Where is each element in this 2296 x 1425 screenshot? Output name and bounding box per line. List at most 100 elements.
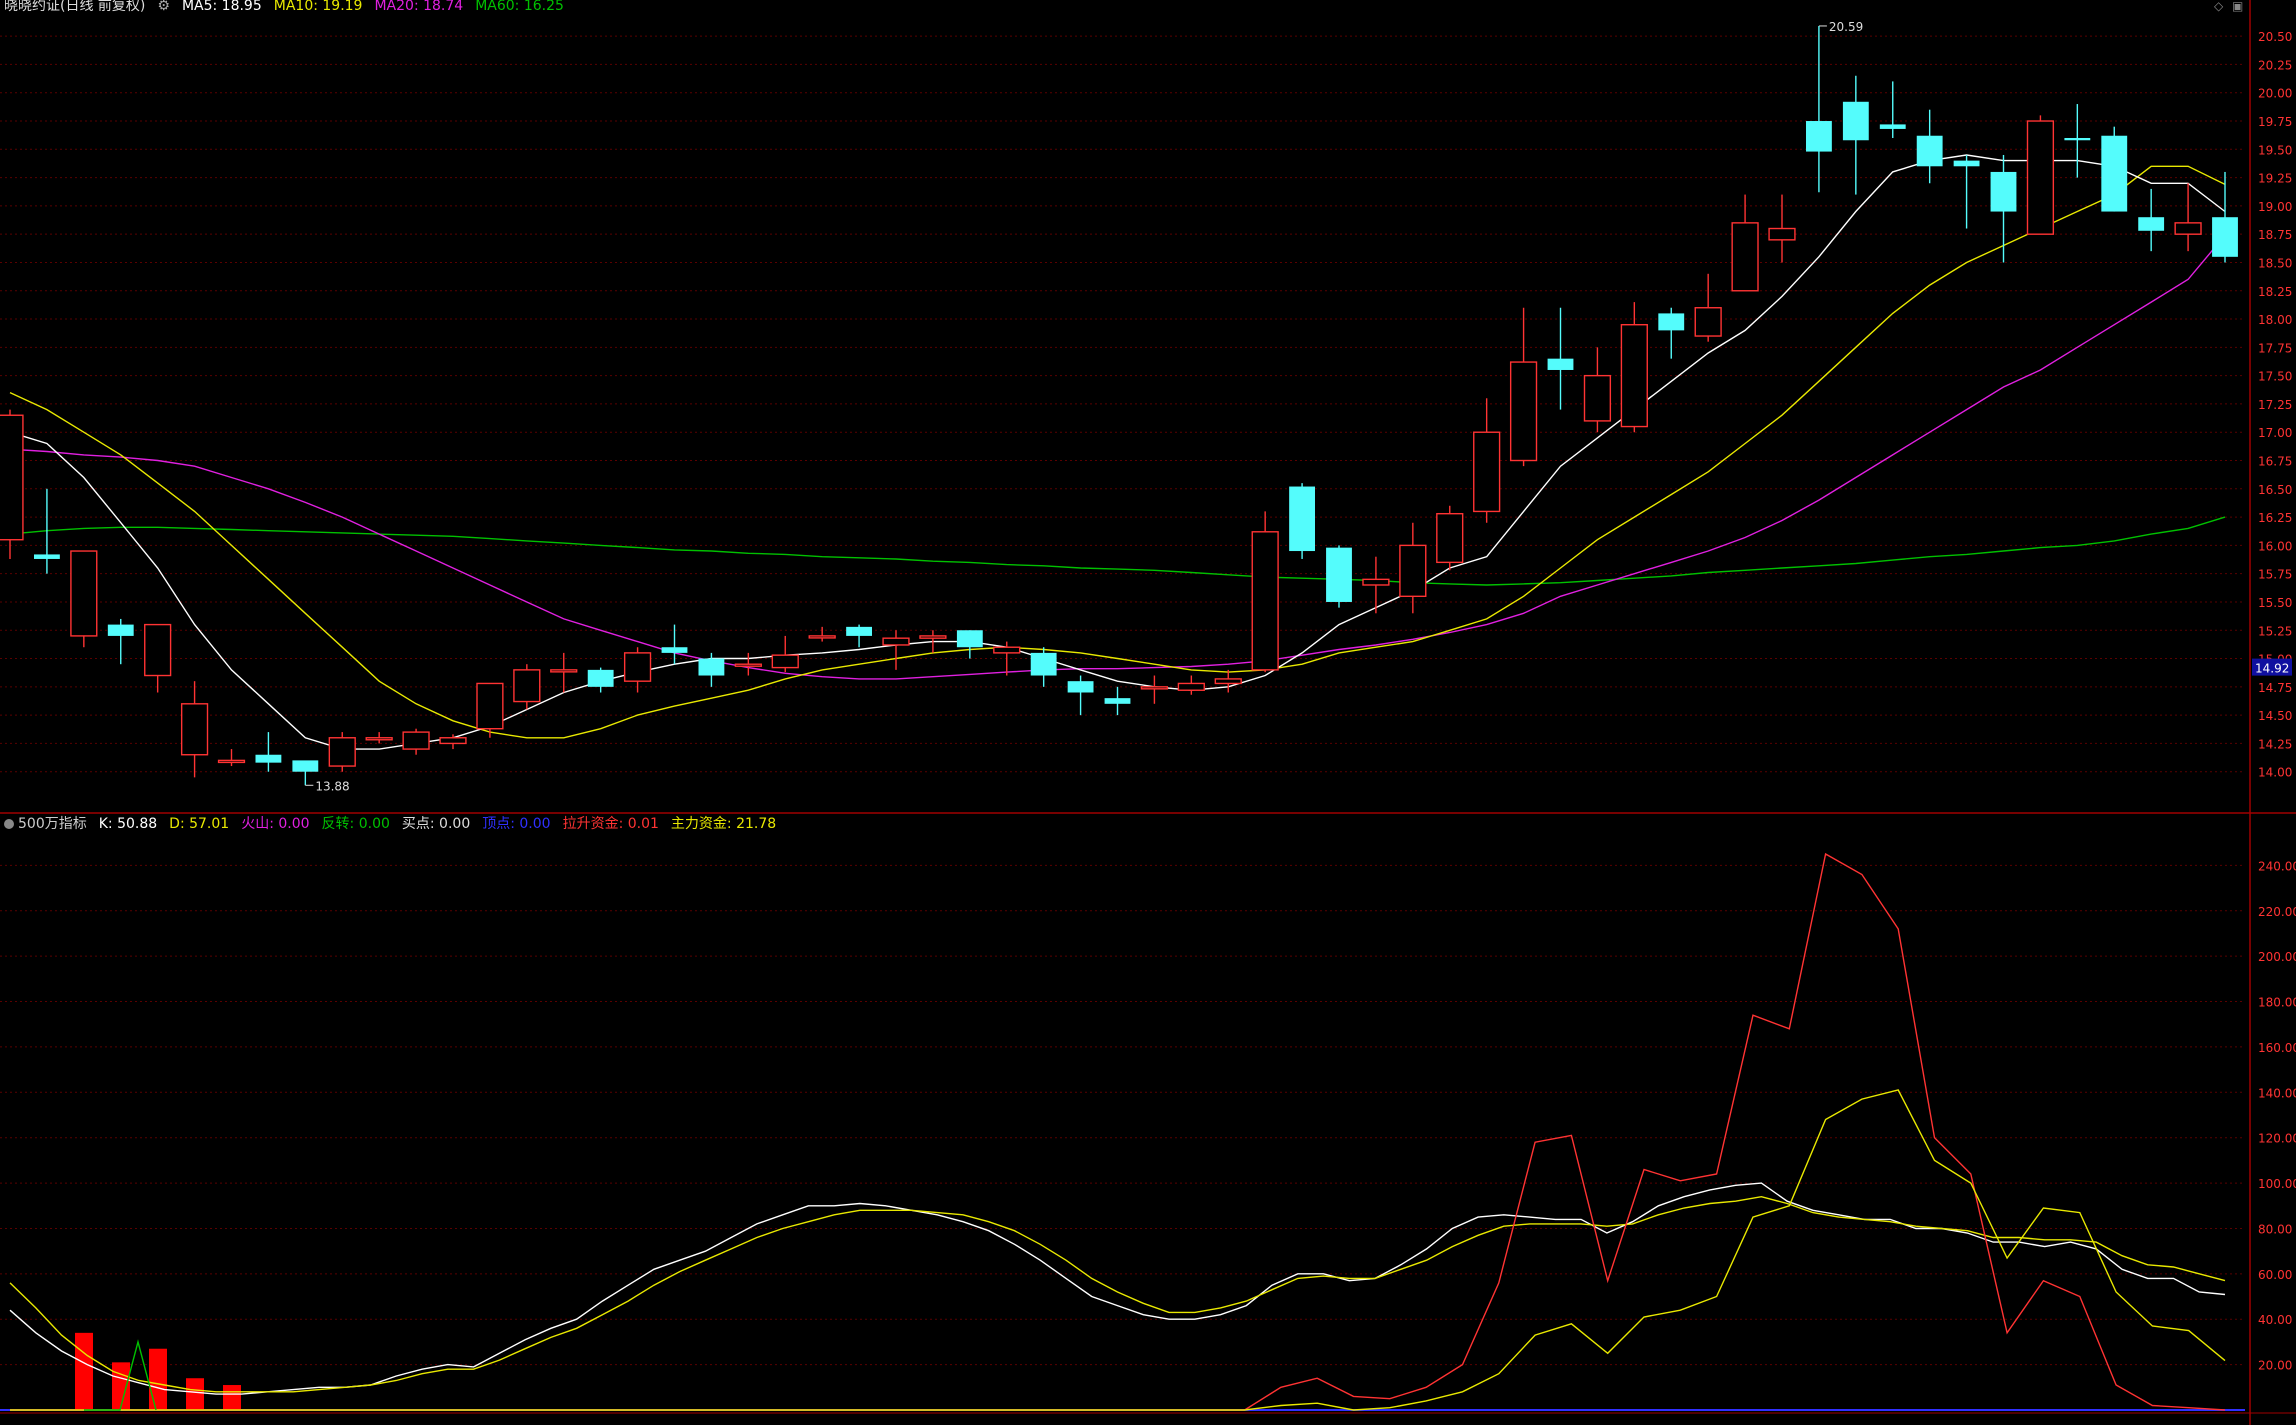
- price-tick-label: 15.50: [2258, 596, 2292, 610]
- ma60-line: [9, 516, 2226, 586]
- candle-body-up: [1768, 227, 1796, 241]
- collapse-icon[interactable]: ◇: [2214, 0, 2224, 13]
- candle-body-up: [919, 635, 947, 639]
- window-toggle-icon[interactable]: ▣: [2232, 0, 2243, 13]
- indicator-tick-label: 100.00: [2258, 1177, 2296, 1191]
- indicator-tick-label: 20.00: [2258, 1359, 2292, 1373]
- price-tick-label: 16.50: [2258, 483, 2292, 497]
- candle-body-down: [1879, 124, 1906, 129]
- indicator-tick-label: 200.00: [2258, 950, 2296, 964]
- candle-body-up: [623, 652, 652, 682]
- price-tick-label: 19.00: [2258, 200, 2292, 214]
- chart-canvas[interactable]: 14.0014.2514.5014.7515.0015.2515.5015.75…: [0, 0, 2296, 1425]
- candle-body-down: [1067, 681, 1094, 693]
- price-tick-label: 17.00: [2258, 426, 2292, 440]
- candle-body-up: [70, 550, 98, 637]
- candle-body-up: [1473, 431, 1501, 513]
- candle-body-down: [1030, 652, 1057, 676]
- price-tick-label: 19.75: [2258, 115, 2292, 129]
- indicator-tick-label: 220.00: [2258, 905, 2296, 919]
- high-price-label: 20.59: [1829, 20, 1863, 34]
- price-tick-label: 16.75: [2258, 455, 2292, 469]
- candle-body-up: [1583, 374, 1612, 422]
- candle-body-down: [2101, 135, 2128, 212]
- price-tick-label: 15.25: [2258, 624, 2292, 638]
- candle-body-down: [2064, 137, 2091, 141]
- candle-body-down: [107, 624, 134, 636]
- candle-body-up: [1362, 578, 1390, 586]
- candle-body-up: [2174, 222, 2202, 235]
- candle-body-down: [1842, 101, 1869, 141]
- candle-body-up: [1436, 512, 1464, 564]
- candle-body-up: [1399, 544, 1427, 598]
- candle-body-up: [402, 731, 430, 750]
- candle-body-down: [1547, 358, 1574, 370]
- candle-body-down: [33, 554, 60, 559]
- candle-body-up: [439, 737, 467, 745]
- candle-body-down: [1289, 486, 1316, 552]
- ma20-line: [9, 234, 2226, 680]
- indicator-grid: 20.00 40.00 60.00 80.00 100.00 120.00 140.00 16…: [0, 859, 2296, 1373]
- candle-body-up: [1251, 531, 1279, 671]
- candle-body-down: [1658, 313, 1685, 331]
- indicator-tick-label: 80.00: [2258, 1222, 2292, 1236]
- candle-body-down: [587, 669, 614, 687]
- price-tick-label: 18.50: [2258, 256, 2292, 270]
- series-d-line: [9, 1195, 2226, 1393]
- candle-body-down: [1953, 160, 1980, 167]
- candle-body-down: [1326, 547, 1352, 602]
- indicator-tick-label: 140.00: [2258, 1086, 2296, 1100]
- price-tick-label: 14.00: [2258, 766, 2292, 780]
- price-tick-label: 20.25: [2258, 58, 2292, 72]
- volcano-bar: [75, 1332, 93, 1410]
- indicator-tick-label: 40.00: [2258, 1313, 2292, 1327]
- candle-body-down: [1805, 121, 1832, 152]
- candle-body-up: [771, 654, 799, 669]
- price-tick-label: 17.75: [2258, 341, 2292, 355]
- indicator-tick-label: 60.00: [2258, 1268, 2292, 1282]
- low-price-label: 13.88: [315, 779, 349, 793]
- volcano-bar: [186, 1378, 204, 1410]
- price-tick-label: 14.25: [2258, 737, 2292, 751]
- candle-body-up: [550, 669, 578, 673]
- price-tick-label: 17.50: [2258, 370, 2292, 384]
- candle-body-up: [1177, 682, 1205, 691]
- candle-body-down: [1990, 171, 2017, 212]
- candle-body-down: [956, 630, 983, 648]
- candle-body-up: [0, 414, 24, 541]
- candle-body-down: [292, 760, 319, 772]
- price-tick-label: 15.75: [2258, 568, 2292, 582]
- candle-body-down: [846, 626, 873, 636]
- candles: [0, 25, 2238, 786]
- indicator-tick-label: 240.00: [2258, 859, 2296, 873]
- price-tick-label: 14.75: [2258, 681, 2292, 695]
- candle-body-up: [144, 623, 172, 677]
- candle-body-down: [255, 754, 282, 763]
- indicator-tick-label: 120.00: [2258, 1132, 2296, 1146]
- candle-body-up: [993, 646, 1021, 654]
- price-tick-label: 19.50: [2258, 143, 2292, 157]
- candle-body-up: [328, 737, 356, 767]
- series-k-line: [9, 1182, 2226, 1395]
- ma5-line: [9, 154, 2226, 750]
- candle-body-up: [365, 737, 393, 741]
- candle-body-up: [1140, 686, 1169, 690]
- price-tick-label: 16.25: [2258, 511, 2292, 525]
- candle-body-down: [1104, 698, 1131, 704]
- price-tick-label: 18.75: [2258, 228, 2292, 242]
- series-zhuli-line: [10, 1089, 2226, 1411]
- candle-body-up: [1731, 222, 1759, 292]
- current-price-label: 14.92: [2255, 662, 2289, 676]
- candle-body-up: [217, 759, 246, 764]
- candle-body-down: [1916, 135, 1943, 167]
- price-tick-label: 20.00: [2258, 87, 2292, 101]
- indicator-tick-label: 160.00: [2258, 1041, 2296, 1055]
- candle-body-up: [882, 637, 910, 646]
- candle-body-up: [476, 682, 504, 730]
- price-tick-label: 17.25: [2258, 398, 2292, 412]
- ma10-line: [9, 165, 2226, 739]
- series-lasheng-line: [10, 852, 2226, 1411]
- price-tick-label: 18.25: [2258, 285, 2292, 299]
- price-tick-label: 16.00: [2258, 539, 2292, 553]
- candle-body-up: [1620, 324, 1648, 428]
